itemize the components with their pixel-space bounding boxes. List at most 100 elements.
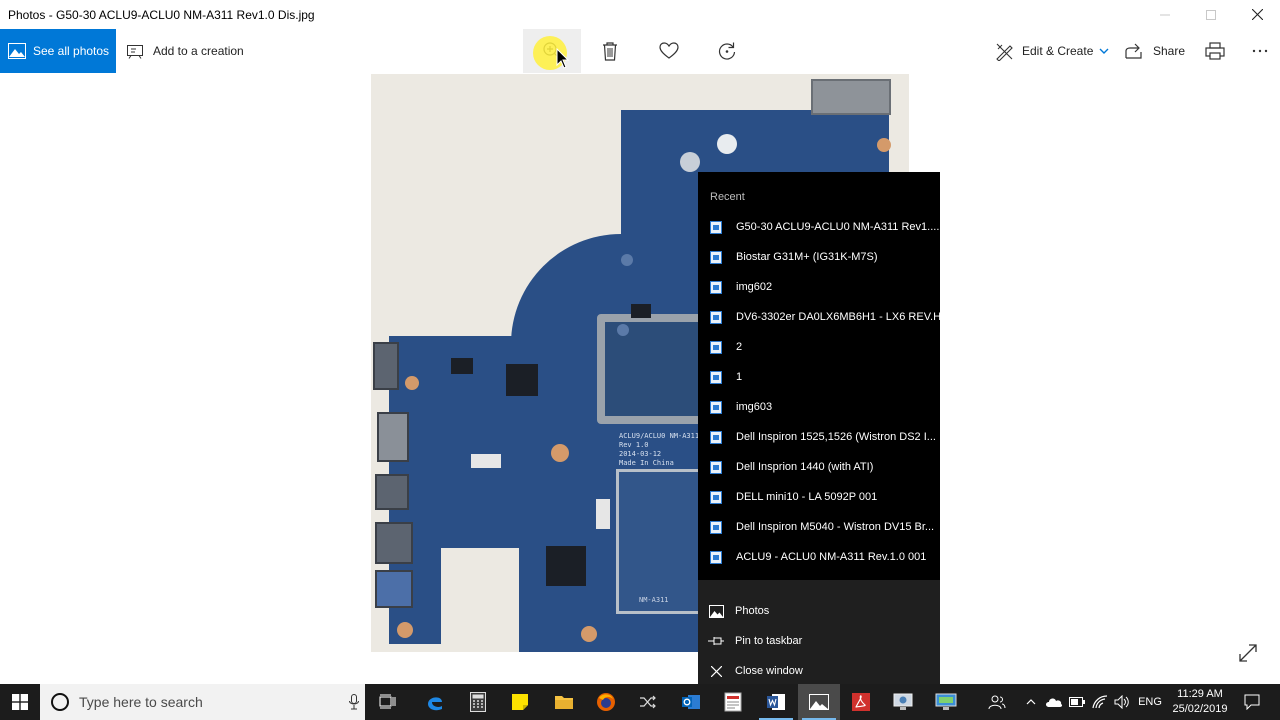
more-options-button[interactable]	[1231, 29, 1280, 73]
file-explorer-app[interactable]	[543, 684, 585, 720]
recent-item[interactable]: DELL mini10 - LA 5092P 001	[698, 482, 940, 512]
silkscreen-line: ACLU9/ACLU0 NM-A311	[619, 432, 700, 440]
share-button[interactable]: Share	[1125, 29, 1185, 73]
volume-button[interactable]	[1111, 684, 1133, 720]
recent-item[interactable]: Dell Insprion 1440 (with ATI)	[698, 452, 940, 482]
recent-item[interactable]: 2	[698, 332, 940, 362]
mount-hole	[621, 254, 633, 266]
add-to-creation-button[interactable]: Add to a creation	[127, 29, 244, 73]
recent-item[interactable]: Dell Inspiron M5040 - Wistron DV15 Br...	[698, 512, 940, 542]
microphone-icon[interactable]	[349, 694, 359, 710]
chip	[451, 358, 473, 374]
image-file-icon	[710, 490, 722, 504]
recent-item[interactable]: img603	[698, 392, 940, 422]
recent-item[interactable]: 1	[698, 362, 940, 392]
taskbar-jump-list: Recent G50-30 ACLU9-ACLU0 NM-A311 Rev1..…	[698, 172, 940, 684]
jump-list-actions: Photos Pin to taskbar Close window	[698, 580, 940, 684]
image-file-icon	[710, 370, 722, 384]
clock[interactable]: 11:29 AM 25/02/2019	[1168, 687, 1232, 717]
edge-app[interactable]	[414, 684, 456, 720]
edge-icon	[428, 697, 442, 711]
photos-app-icon	[809, 694, 829, 710]
firefox-app[interactable]	[585, 684, 627, 720]
show-hidden-icons[interactable]	[1022, 684, 1040, 720]
recent-item[interactable]: G50-30 ACLU9-ACLU0 NM-A311 Rev1....	[698, 212, 940, 242]
window-title: Photos - G50-30 ACLU9-ACLU0 NM-A311 Rev1…	[8, 7, 315, 22]
start-button[interactable]	[0, 684, 40, 720]
mount-hole	[680, 152, 700, 172]
close-button[interactable]	[1234, 0, 1280, 29]
mount-pad	[581, 626, 597, 642]
network-app[interactable]	[925, 684, 967, 720]
close-window-action[interactable]: Close window	[698, 656, 940, 686]
board-silkscreen: ACLU9/ACLU0 NM-A311 Rev 1.0 2014-03-12 M…	[619, 432, 699, 468]
people-icon	[988, 695, 1006, 710]
mount-pad	[405, 376, 419, 390]
calculator-app[interactable]	[457, 684, 499, 720]
image-file-icon	[710, 430, 722, 444]
wifi-button[interactable]	[1089, 684, 1111, 720]
sticky-notes-icon	[512, 694, 528, 710]
acrobat-app[interactable]	[840, 684, 882, 720]
word-app[interactable]	[755, 684, 797, 720]
sticky-notes-app[interactable]	[499, 684, 541, 720]
action-center-button[interactable]	[1240, 684, 1264, 720]
taskbar-search[interactable]	[40, 684, 365, 720]
recent-item[interactable]: Dell Inspiron 1525,1526 (Wistron DS2 I..…	[698, 422, 940, 452]
add-to-creation-label: Add to a creation	[153, 44, 244, 58]
edit-icon	[996, 43, 1013, 61]
maximize-button[interactable]	[1188, 0, 1234, 29]
search-input[interactable]	[79, 694, 319, 710]
open-photos-action[interactable]: Photos	[698, 596, 940, 626]
image-file-icon	[710, 550, 722, 564]
recent-item[interactable]: DV6-3302er DA0LX6MB6H1 - LX6 REV.H	[698, 302, 940, 332]
silkscreen-line: 2014-03-12	[619, 450, 662, 458]
mouse-cursor-icon	[556, 48, 570, 69]
image-file-icon	[710, 280, 722, 294]
board-cutout	[441, 548, 519, 652]
pdf-reader-app[interactable]	[712, 684, 754, 720]
close-icon	[710, 665, 722, 677]
pin-action-label: Pin to taskbar	[735, 635, 803, 647]
expand-icon[interactable]	[1238, 643, 1258, 663]
mount-hole	[617, 324, 629, 336]
recent-item[interactable]: ACLU9 - ACLU0 NM-A311 Rev.1.0 001	[698, 542, 940, 572]
remote-app[interactable]	[882, 684, 924, 720]
board-sticker	[471, 454, 501, 468]
board-sticker	[596, 499, 610, 529]
people-button[interactable]	[985, 684, 1009, 720]
mount-pad	[877, 138, 891, 152]
photos-app[interactable]	[798, 684, 840, 720]
recent-item[interactable]: Biostar G31M+ (IG31K-M7S)	[698, 242, 940, 272]
image-file-icon	[710, 400, 722, 414]
rotate-button[interactable]	[698, 29, 756, 73]
print-icon	[1205, 42, 1225, 60]
task-view-button[interactable]	[367, 684, 409, 720]
onedrive-button[interactable]	[1043, 684, 1065, 720]
recent-item[interactable]: img602	[698, 272, 940, 302]
shuffle-app[interactable]	[627, 684, 669, 720]
photos-action-label: Photos	[735, 605, 770, 617]
chip	[546, 546, 586, 586]
cortana-icon	[51, 693, 69, 711]
input-language[interactable]: ENG	[1135, 684, 1165, 720]
see-all-photos-label: See all photos	[33, 44, 110, 58]
ellipsis-icon	[1252, 49, 1268, 53]
see-all-photos-button[interactable]: See all photos	[0, 29, 116, 73]
folder-icon	[555, 696, 573, 709]
delete-button[interactable]	[581, 29, 639, 73]
battery-icon	[1069, 697, 1085, 707]
chip	[631, 304, 651, 318]
minimize-button[interactable]	[1142, 0, 1188, 29]
share-icon	[1125, 43, 1142, 59]
pin-to-taskbar-action[interactable]: Pin to taskbar	[698, 626, 940, 656]
maximize-icon	[1206, 9, 1216, 20]
edit-create-button[interactable]: Edit & Create	[995, 29, 1109, 73]
mount-pad	[397, 622, 413, 638]
chevron-down-icon	[1099, 48, 1109, 54]
favorite-button[interactable]	[640, 29, 698, 73]
notification-icon	[1244, 694, 1260, 710]
image-file-icon	[710, 310, 722, 324]
battery-button[interactable]	[1066, 684, 1088, 720]
outlook-app[interactable]	[670, 684, 712, 720]
